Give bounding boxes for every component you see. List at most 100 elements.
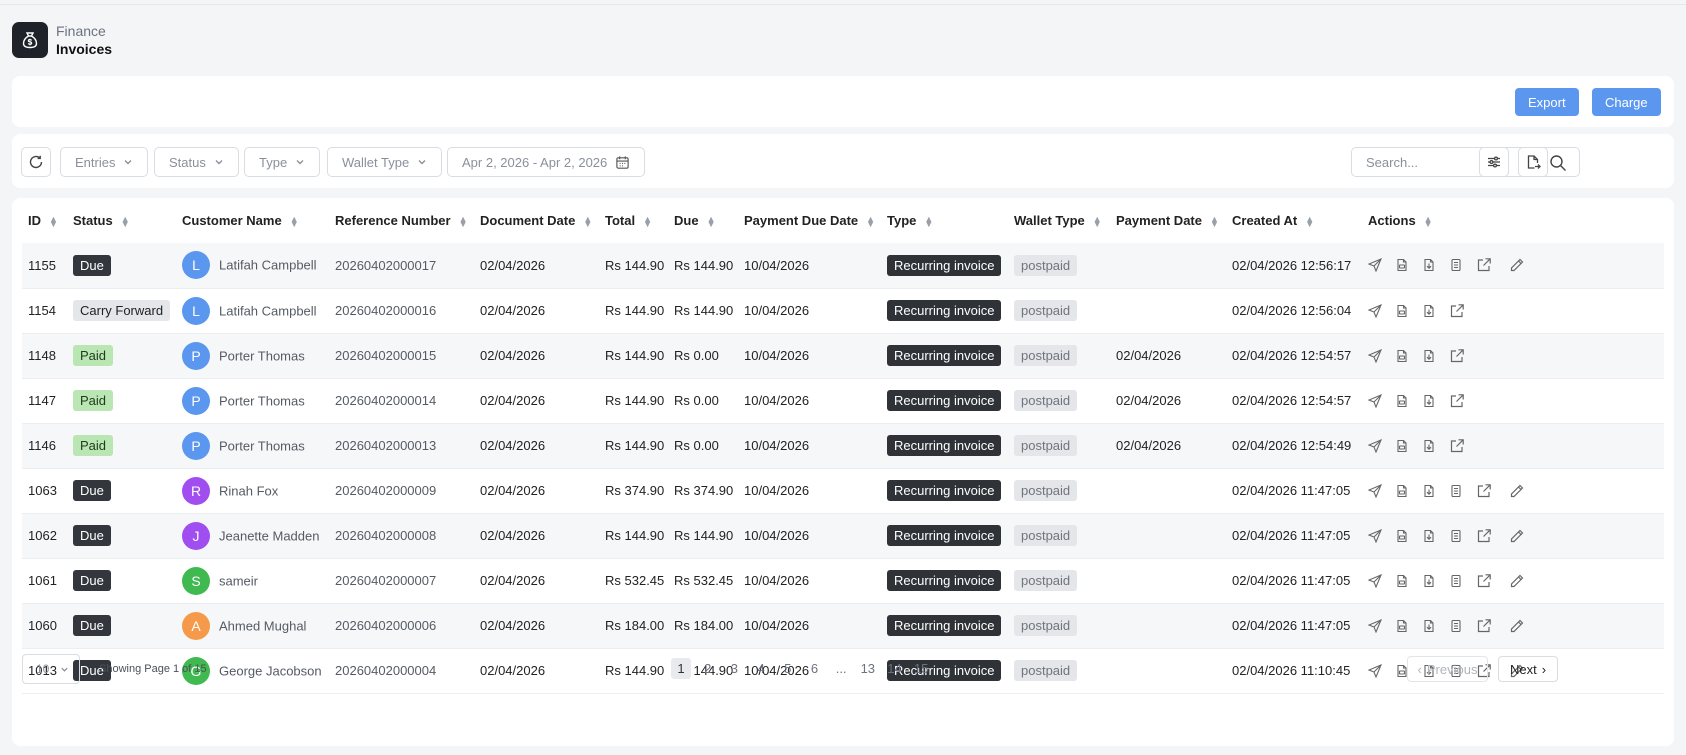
page-button[interactable]: 4 — [751, 658, 771, 679]
open-external-icon[interactable] — [1449, 438, 1465, 454]
column-header[interactable]: Document Date ▲ ▼ — [474, 198, 599, 243]
open-external-icon[interactable] — [1449, 348, 1465, 364]
column-header[interactable]: Type ▲ ▼ — [881, 198, 1008, 243]
sort-icon[interactable]: ▲ ▼ — [1424, 214, 1433, 228]
pdf-icon[interactable] — [1395, 484, 1409, 498]
page-button[interactable]: 2 — [698, 658, 718, 679]
sort-icon[interactable]: ▲ ▼ — [643, 214, 652, 228]
customer-name[interactable]: Rinah Fox — [219, 483, 278, 498]
file-export-button[interactable] — [1518, 147, 1548, 177]
customer-name[interactable]: Ahmed Mughal — [219, 618, 306, 633]
customer-name[interactable]: Porter Thomas — [219, 393, 305, 408]
download-icon[interactable] — [1422, 529, 1436, 543]
receipt-icon[interactable] — [1449, 574, 1463, 588]
receipt-icon[interactable] — [1449, 529, 1463, 543]
receipt-icon[interactable] — [1449, 258, 1463, 272]
previous-button[interactable]: ‹ Previous — [1407, 656, 1488, 682]
send-icon[interactable] — [1368, 483, 1382, 498]
table-row[interactable]: 1060 Due A Ahmed Mughal 20260402000006 02/04/… — [22, 603, 1664, 649]
column-header[interactable]: Wallet Type ▲ ▼ — [1008, 198, 1110, 243]
pdf-icon[interactable] — [1395, 619, 1409, 633]
open-external-icon[interactable] — [1476, 618, 1492, 634]
charge-button[interactable]: Charge — [1592, 88, 1661, 116]
sort-icon[interactable]: ▲ ▼ — [707, 214, 716, 228]
send-icon[interactable] — [1368, 438, 1382, 453]
sort-icon[interactable]: ▲ ▼ — [49, 214, 58, 228]
customer-name[interactable]: Latifah Campbell — [219, 303, 317, 318]
table-row[interactable]: 1155 Due L Latifah Campbell 20260402000017 02… — [22, 243, 1664, 289]
table-row[interactable]: 1061 Due Ssameir 20260402000007 02/04/2026 Rs… — [22, 558, 1664, 604]
table-row[interactable]: 1148 Paid P Porter Thomas 20260402000015 02/0… — [22, 333, 1664, 379]
customer-name[interactable]: Porter Thomas — [219, 348, 305, 363]
date-range-picker[interactable]: Apr 2, 2026 - Apr 2, 2026 — [447, 147, 646, 177]
table-row[interactable]: 1063 Due R Rinah Fox 20260402000009 02/04/202… — [22, 468, 1664, 514]
download-icon[interactable] — [1422, 484, 1436, 498]
sort-icon[interactable]: ▲ ▼ — [1305, 214, 1314, 228]
open-external-icon[interactable] — [1476, 483, 1492, 499]
pdf-icon[interactable] — [1395, 574, 1409, 588]
refresh-button[interactable] — [21, 147, 51, 177]
customer-name[interactable]: Jeanette Madden — [219, 528, 319, 543]
type-dropdown[interactable]: Type — [244, 147, 321, 177]
customer-name[interactable]: sameir — [219, 573, 258, 588]
customer-name[interactable]: Latifah Campbell — [219, 258, 317, 273]
table-row[interactable]: 1147 Paid P Porter Thomas 20260402000014 02/0… — [22, 378, 1664, 424]
page-button[interactable]: 3 — [724, 658, 744, 679]
export-button[interactable]: Export — [1515, 88, 1579, 116]
sort-icon[interactable]: ▲ ▼ — [459, 214, 468, 228]
search-input[interactable] — [1366, 154, 1536, 170]
next-button[interactable]: Next › — [1498, 656, 1558, 682]
page-button[interactable]: 6 — [804, 658, 824, 679]
download-icon[interactable] — [1422, 394, 1436, 408]
pdf-icon[interactable] — [1395, 349, 1409, 363]
column-header[interactable]: Actions ▲ ▼ — [1362, 198, 1664, 243]
entries-dropdown[interactable]: Entries — [60, 147, 149, 177]
page-button[interactable]: 14 — [885, 658, 905, 679]
receipt-icon[interactable] — [1449, 484, 1463, 498]
sort-icon[interactable]: ▲ ▼ — [121, 214, 130, 228]
status-dropdown[interactable]: Status — [154, 147, 239, 177]
edit-icon[interactable] — [1509, 573, 1525, 589]
page-button[interactable]: 1 — [671, 658, 691, 679]
page-button[interactable]: 5 — [778, 658, 798, 679]
table-row[interactable]: 1154 Carry Forward L Latifah Campbell 202604… — [22, 288, 1664, 334]
pdf-icon[interactable] — [1395, 394, 1409, 408]
download-icon[interactable] — [1422, 304, 1436, 318]
page-size-select[interactable]: 10 — [22, 654, 80, 684]
pdf-icon[interactable] — [1395, 439, 1409, 453]
open-external-icon[interactable] — [1449, 393, 1465, 409]
open-external-icon[interactable] — [1449, 303, 1465, 319]
pdf-icon[interactable] — [1395, 304, 1409, 318]
receipt-icon[interactable] — [1449, 619, 1463, 633]
sort-icon[interactable]: ▲ ▼ — [1210, 214, 1219, 228]
sort-icon[interactable]: ▲ ▼ — [290, 214, 299, 228]
download-icon[interactable] — [1422, 574, 1436, 588]
sort-icon[interactable]: ▲ ▼ — [1093, 214, 1102, 228]
open-external-icon[interactable] — [1476, 257, 1492, 273]
send-icon[interactable] — [1368, 618, 1382, 633]
pdf-icon[interactable] — [1395, 529, 1409, 543]
send-icon[interactable] — [1368, 348, 1382, 363]
download-icon[interactable] — [1422, 619, 1436, 633]
table-row[interactable]: 1062 Due J Jeanette Madden 20260402000008 02/… — [22, 513, 1664, 559]
column-header[interactable]: Total ▲ ▼ — [599, 198, 668, 243]
edit-icon[interactable] — [1509, 618, 1525, 634]
open-external-icon[interactable] — [1476, 573, 1492, 589]
sort-icon[interactable]: ▲ ▼ — [924, 214, 933, 228]
sort-icon[interactable]: ▲ ▼ — [866, 214, 875, 228]
page-button[interactable]: 15 — [911, 658, 931, 679]
column-header[interactable]: ID ▲ ▼ — [22, 198, 67, 243]
filter-settings-button[interactable] — [1479, 147, 1509, 177]
edit-icon[interactable] — [1509, 528, 1525, 544]
table-row[interactable]: 1146 Paid P Porter Thomas 20260402000013 02/0… — [22, 423, 1664, 469]
column-header[interactable]: Created At ▲ ▼ — [1226, 198, 1362, 243]
column-header[interactable]: Reference Number ▲ ▼ — [329, 198, 474, 243]
edit-icon[interactable] — [1509, 257, 1525, 273]
send-icon[interactable] — [1368, 258, 1382, 273]
page-button[interactable]: 13 — [858, 658, 878, 679]
download-icon[interactable] — [1422, 349, 1436, 363]
send-icon[interactable] — [1368, 573, 1382, 588]
column-header[interactable]: Payment Date ▲ ▼ — [1110, 198, 1226, 243]
sort-icon[interactable]: ▲ ▼ — [583, 214, 592, 228]
open-external-icon[interactable] — [1476, 528, 1492, 544]
